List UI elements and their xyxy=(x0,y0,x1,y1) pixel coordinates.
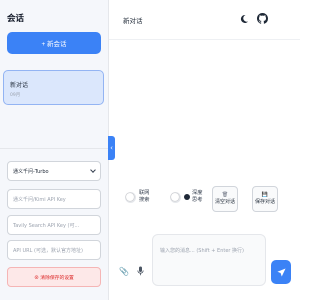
microphone-icon xyxy=(136,266,144,276)
voice-input-button[interactable] xyxy=(133,262,147,280)
brain-icon xyxy=(184,194,190,200)
moon-icon[interactable] xyxy=(239,14,249,24)
chat-item-title: 新对话 xyxy=(10,82,29,89)
deep-think-label: 深度思考 xyxy=(192,190,203,203)
chat-list-item[interactable]: 新对话 09月 xyxy=(3,70,104,105)
chat-title: 新对话 xyxy=(123,17,143,25)
sidebar-collapse-button[interactable]: ‹ xyxy=(108,136,115,160)
clear-chat-button[interactable]: 🗑 清空对话 xyxy=(212,186,238,212)
web-search-switch[interactable] xyxy=(125,191,136,203)
attach-button[interactable]: 📎 xyxy=(117,262,131,280)
tavily-api-key-placeholder: Tavily Search API Key (可... xyxy=(13,222,80,229)
sidebar: 会话 + 新会话 新对话 09月 通义千问-Turbo 通义千问/Kimi AP… xyxy=(0,0,109,300)
composer-toolbar: 联网搜索 深度思考 🗑 清空对话 💾 保存对话 xyxy=(109,185,300,215)
message-input-placeholder: 输入您的消息... (Shift + Enter 换行) xyxy=(160,248,245,254)
kimi-api-key-placeholder: 通义千问/Kimi API Key xyxy=(13,196,66,203)
clear-chat-label: 清空对话 xyxy=(214,199,235,205)
web-search-toggle[interactable]: 联网搜索 xyxy=(125,190,151,204)
api-url-placeholder: API URL (可选，默认官方地址) xyxy=(13,247,83,254)
send-button[interactable] xyxy=(271,260,291,284)
trash-icon: 🗑 xyxy=(221,192,229,198)
send-icon xyxy=(276,267,286,277)
web-search-label: 联网搜索 xyxy=(139,190,150,203)
chevron-left-icon: ‹ xyxy=(110,144,113,152)
save-chat-button[interactable]: 💾 保存对话 xyxy=(252,186,278,212)
save-chat-label: 保存对话 xyxy=(254,199,275,205)
tavily-api-key-input[interactable]: Tavily Search API Key (可... xyxy=(7,215,101,235)
new-chat-button[interactable]: + 新会话 xyxy=(7,32,101,54)
api-url-input[interactable]: API URL (可选，默认官方地址) xyxy=(7,240,101,260)
kimi-api-key-input[interactable]: 通义千问/Kimi API Key xyxy=(7,189,101,209)
sidebar-divider xyxy=(0,148,108,149)
deep-think-switch[interactable] xyxy=(170,191,181,203)
sidebar-title: 会话 xyxy=(7,14,25,24)
model-select-value: 通义千问-Turbo xyxy=(13,168,49,175)
paperclip-icon: 📎 xyxy=(119,266,129,276)
github-icon[interactable] xyxy=(257,13,268,24)
clear-settings-button[interactable]: ⊗ 清除保存的设置 xyxy=(7,267,101,287)
save-icon: 💾 xyxy=(261,192,269,198)
model-select[interactable]: 通义千问-Turbo xyxy=(7,161,101,181)
chevron-down-icon xyxy=(90,167,96,173)
chat-header: 新对话 xyxy=(109,0,300,40)
message-input[interactable]: 输入您的消息... (Shift + Enter 换行) xyxy=(152,234,266,286)
chat-item-time: 09月 xyxy=(10,93,21,98)
deep-think-toggle[interactable]: 深度思考 xyxy=(170,190,204,204)
